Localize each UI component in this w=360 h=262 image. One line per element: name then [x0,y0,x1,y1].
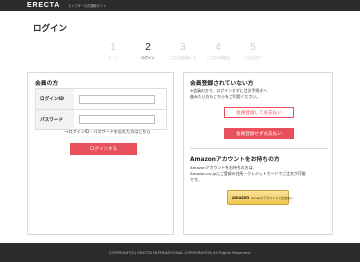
login-button[interactable]: ログインする [70,143,137,155]
site-footer: COPYRIGHT(C) ERECTA INTERNATIONAL CORPOR… [0,243,360,262]
amazon-pay-label: Amazonアカウントでお支払い [251,195,294,200]
login-id-cell [74,89,166,109]
member-login-panel: 会員の方 ログインID パスワード →ログインID・パスワードを忘れた方はこちら… [27,72,174,235]
guest-panel: 会員登録されていない方 ※会員の方で、ログインせずに注文手続ぎへ 進みたい方もこ… [183,72,333,235]
amazon-note-line2: Amazon.co.jpにご登録の住所・クレジットカードでご注文が可能 [190,171,306,176]
step-label: ご注文情報確認 [206,56,230,60]
amazon-note-line3: です。 [190,177,202,182]
amazon-title: Amazonアカウントをお持ちの方 [190,157,280,163]
step-login: 2 ログイン [128,42,168,60]
guest-note-line2: 進みたい方もこちらをご利用ください。 [190,94,261,99]
step-cart: 1 カート [93,42,133,60]
step-label: ご注文完了 [244,56,262,60]
password-cell [74,110,166,129]
guest-note: ※会員の方で、ログインせずに注文手続ぎへ 進みたい方もこちらをご利用ください。 [190,88,267,100]
checkout-steps: 1 カート 2 ログイン 3 ご注文者情報入力 4 ご注文情報確認 5 ご注文完… [93,42,293,64]
step-number: 3 [180,42,186,53]
password-input[interactable] [79,115,155,124]
login-id-input[interactable] [79,94,155,104]
member-panel-title: 会員の方 [35,81,59,87]
step-number: 4 [215,42,221,53]
login-id-label: ログインID [36,89,74,109]
copyright-text: COPYRIGHT(C) ERECTA INTERNATIONAL CORPOR… [108,250,252,255]
step-complete: 5 ご注文完了 [233,42,273,60]
step-number: 1 [110,42,116,53]
site-tagline: エレクター公式通販サイト [68,4,107,8]
guest-panel-title: 会員登録されていない方 [190,81,254,87]
password-row: パスワード [36,109,166,129]
step-confirm: 4 ご注文情報確認 [198,42,238,60]
step-label: ログイン [141,56,155,60]
amazon-logo-icon: amazon [232,195,250,200]
amazon-pay-button[interactable]: amazon Amazonアカウントでお支払い [227,190,293,205]
login-form: ログインID パスワード [35,88,167,130]
site-logo[interactable]: ERECTA [27,2,60,9]
forgot-credentials-link[interactable]: →ログインID・パスワードを忘れた方はこちら [65,129,151,135]
panel-divider [190,148,328,149]
amazon-note: Amazonアカウントをお持ちの方は、 Amazon.co.jpにご登録の住所・… [190,165,306,183]
register-and-pay-button[interactable]: 会員登録してお支払い [224,107,294,118]
password-label: パスワード [36,110,74,129]
login-id-row: ログインID [36,89,166,109]
pay-without-register-button[interactable]: 会員登録せずお支払い [224,128,294,139]
step-number: 5 [250,42,256,53]
page-title: ログイン [33,24,68,34]
site-header: ERECTA エレクター公式通販サイト [0,0,360,11]
step-label: ご注文者情報入力 [169,56,197,60]
step-orderer-info: 3 ご注文者情報入力 [163,42,203,60]
step-label: カート [108,56,118,60]
step-number: 2 [145,42,151,53]
